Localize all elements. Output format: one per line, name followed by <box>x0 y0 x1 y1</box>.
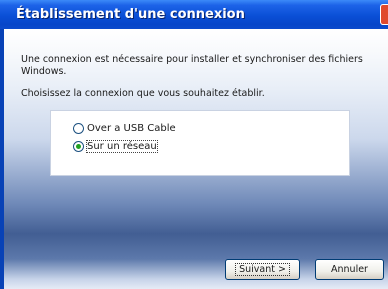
cancel-button[interactable]: Annuler <box>315 259 384 280</box>
connection-message: Une connexion est nécessaire pour instal… <box>21 54 363 77</box>
network-option-label: Sur un réseau <box>86 140 158 153</box>
connection-options-group: Over a USB Cable Sur un réseau <box>50 110 350 176</box>
dialog-window: Établissement d'une connexion Une connex… <box>0 0 388 289</box>
next-button-label: Suivant > <box>235 263 290 276</box>
title-bar[interactable]: Établissement d'une connexion <box>0 0 388 29</box>
dialog-body: Une connexion est nécessaire pour instal… <box>4 29 388 289</box>
option-usb-cable[interactable]: Over a USB Cable <box>73 123 176 134</box>
window-title: Établissement d'une connexion <box>16 7 245 22</box>
network-radio-button[interactable] <box>73 141 84 152</box>
choose-connection-label: Choisissez la connexion que vous souhait… <box>21 88 265 99</box>
next-button[interactable]: Suivant > <box>225 259 300 280</box>
close-button[interactable] <box>380 4 388 25</box>
usb-option-label: Over a USB Cable <box>87 123 176 134</box>
usb-radio-button[interactable] <box>73 123 84 134</box>
option-network[interactable]: Sur un réseau <box>73 140 158 153</box>
